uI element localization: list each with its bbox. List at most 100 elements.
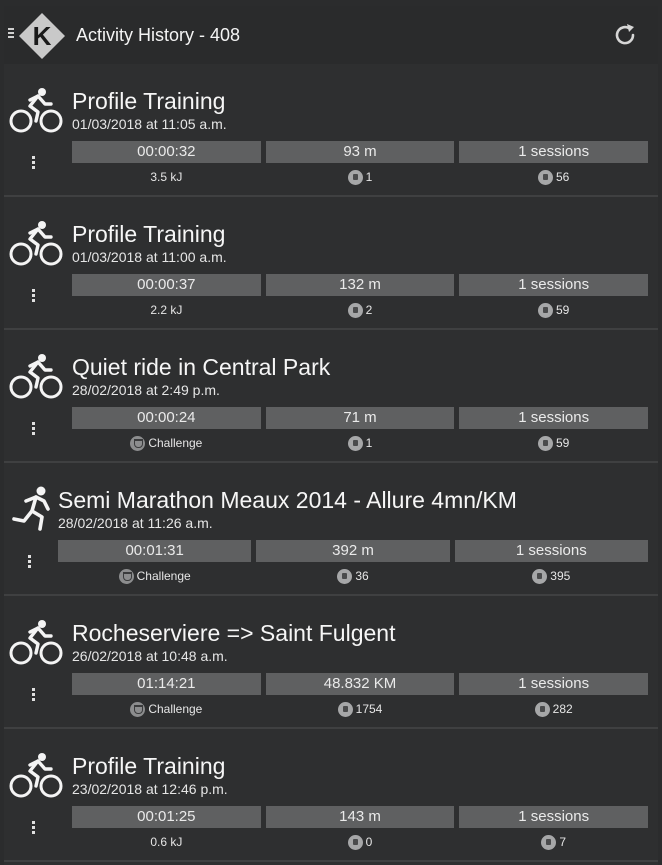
detail-count-b: 395 bbox=[455, 567, 648, 585]
activity-stats: 00:00:24 71 m1 sessions bbox=[72, 407, 649, 429]
detail-extra: 2.2 kJ bbox=[72, 301, 261, 319]
duration-value: 00:01:25 bbox=[72, 806, 261, 828]
activity-item[interactable]: Quiet ride in Central Park 28/02/2018 at … bbox=[4, 330, 658, 463]
cycling-icon bbox=[8, 219, 64, 267]
page-title: Activity History - 408 bbox=[76, 25, 241, 45]
activity-item[interactable]: Profile Training 01/03/2018 at 11:05 a.m.… bbox=[4, 64, 658, 197]
detail-count-b: 7 bbox=[459, 833, 648, 851]
activity-date: 28/02/2018 at 11:26 a.m. bbox=[58, 515, 213, 531]
activity-title: Profile Training bbox=[72, 753, 226, 779]
app-logo[interactable]: K bbox=[18, 12, 66, 60]
trophy-icon bbox=[118, 568, 134, 584]
activity-date: 23/02/2018 at 12:46 p.m. bbox=[72, 781, 228, 797]
activity-details: Challenge 1 59 bbox=[72, 434, 648, 452]
extra-label: 3.5 kJ bbox=[150, 170, 183, 184]
activity-date: 01/03/2018 at 11:05 a.m. bbox=[72, 116, 227, 132]
activity-item[interactable]: Profile Training 23/02/2018 at 12:46 p.m.… bbox=[4, 729, 658, 862]
counter-icon bbox=[538, 169, 553, 185]
activity-title: Rocheserviere => Saint Fulgent bbox=[72, 620, 396, 646]
more-options-icon[interactable] bbox=[32, 821, 36, 836]
count-a-value: 0 bbox=[365, 835, 373, 849]
activity-details: Challenge 36 395 bbox=[58, 567, 648, 585]
detail-count-a: 0 bbox=[266, 833, 455, 851]
more-options-icon[interactable] bbox=[32, 156, 36, 171]
detail-count-a: 1754 bbox=[266, 700, 455, 718]
duration-value: 00:00:24 bbox=[72, 407, 261, 429]
distance-value: 132 m bbox=[265, 274, 455, 296]
count-b-value: 7 bbox=[559, 835, 567, 849]
detail-extra: 3.5 kJ bbox=[72, 168, 261, 186]
detail-count-b: 282 bbox=[459, 700, 648, 718]
sessions-value: 1 sessions bbox=[454, 540, 648, 562]
detail-count-a: 1 bbox=[266, 168, 455, 186]
counter-icon bbox=[538, 302, 553, 318]
distance-value: 71 m bbox=[265, 407, 455, 429]
detail-count-b: 59 bbox=[459, 301, 648, 319]
activity-details: Challenge 1754 282 bbox=[72, 700, 648, 718]
count-b-value: 59 bbox=[556, 436, 570, 450]
activity-stats: 00:01:31 392 m1 sessions bbox=[58, 540, 648, 562]
duration-value: 01:14:21 bbox=[72, 673, 261, 695]
sessions-value: 1 sessions bbox=[459, 274, 649, 296]
app-bar: K Activity History - 408 bbox=[4, 6, 658, 64]
distance-value: 48.832 KM bbox=[265, 673, 455, 695]
count-b-value: 56 bbox=[556, 170, 570, 184]
activity-item[interactable]: Rocheserviere => Saint Fulgent 26/02/2018… bbox=[4, 596, 658, 729]
app-window: K Activity History - 408 Profile Trainin… bbox=[4, 6, 658, 865]
activity-details: 0.6 kJ 0 7 bbox=[72, 833, 648, 851]
activity-item[interactable]: Semi Marathon Meaux 2014 - Allure 4mn/KM… bbox=[4, 463, 658, 596]
cycling-icon bbox=[8, 352, 64, 400]
activity-list: Profile Training 01/03/2018 at 11:05 a.m.… bbox=[4, 64, 658, 862]
detail-extra: Challenge bbox=[72, 434, 261, 452]
activity-date: 28/02/2018 at 2:49 p.m. bbox=[72, 382, 220, 398]
activity-stats: 01:14:21 48.832 KM 1 sessions bbox=[72, 673, 649, 695]
extra-label: Challenge bbox=[148, 436, 203, 450]
running-icon bbox=[8, 485, 64, 533]
detail-extra: Challenge bbox=[72, 700, 261, 718]
sessions-value: 1 sessions bbox=[459, 141, 649, 163]
counter-icon bbox=[347, 435, 363, 451]
count-b-value: 395 bbox=[550, 569, 571, 583]
cycling-icon bbox=[8, 86, 64, 134]
activity-title: Profile Training bbox=[72, 221, 226, 247]
detail-extra: 0.6 kJ bbox=[72, 833, 261, 851]
counter-icon bbox=[538, 435, 553, 451]
detail-extra: Challenge bbox=[58, 567, 251, 585]
counter-icon bbox=[534, 701, 550, 717]
detail-count-a: 36 bbox=[256, 567, 449, 585]
sessions-value: 1 sessions bbox=[459, 806, 649, 828]
refresh-icon[interactable] bbox=[612, 22, 638, 48]
counter-icon bbox=[541, 834, 557, 850]
counter-icon bbox=[532, 568, 548, 584]
count-a-value: 36 bbox=[355, 569, 369, 583]
count-a-value: 1754 bbox=[355, 702, 383, 716]
activity-details: 2.2 kJ 2 59 bbox=[72, 301, 648, 319]
activity-title: Quiet ride in Central Park bbox=[72, 354, 331, 380]
sessions-value: 1 sessions bbox=[459, 407, 649, 429]
counter-icon bbox=[347, 302, 363, 318]
duration-value: 00:00:32 bbox=[72, 141, 261, 163]
counter-icon bbox=[347, 169, 363, 185]
count-b-value: 59 bbox=[556, 303, 570, 317]
count-a-value: 1 bbox=[365, 170, 373, 184]
duration-value: 00:00:37 bbox=[72, 274, 261, 296]
more-options-icon[interactable] bbox=[32, 688, 36, 703]
counter-icon bbox=[347, 834, 363, 850]
more-options-icon[interactable] bbox=[32, 289, 36, 304]
trophy-icon bbox=[130, 435, 146, 451]
count-a-value: 1 bbox=[365, 436, 373, 450]
cycling-icon bbox=[8, 751, 64, 799]
extra-label: 2.2 kJ bbox=[150, 303, 183, 317]
distance-value: 143 m bbox=[265, 806, 455, 828]
activity-title: Profile Training bbox=[72, 88, 226, 114]
detail-count-b: 59 bbox=[459, 434, 648, 452]
activity-stats: 00:00:32 93 m1 sessions bbox=[72, 141, 649, 163]
more-options-icon[interactable] bbox=[28, 555, 32, 570]
drawer-icon[interactable] bbox=[8, 26, 14, 40]
activity-details: 3.5 kJ 1 56 bbox=[72, 168, 648, 186]
trophy-icon bbox=[130, 701, 146, 717]
extra-label: Challenge bbox=[136, 569, 191, 583]
more-options-icon[interactable] bbox=[32, 422, 36, 437]
cycling-icon bbox=[8, 618, 64, 666]
activity-item[interactable]: Profile Training 01/03/2018 at 11:00 a.m.… bbox=[4, 197, 658, 330]
